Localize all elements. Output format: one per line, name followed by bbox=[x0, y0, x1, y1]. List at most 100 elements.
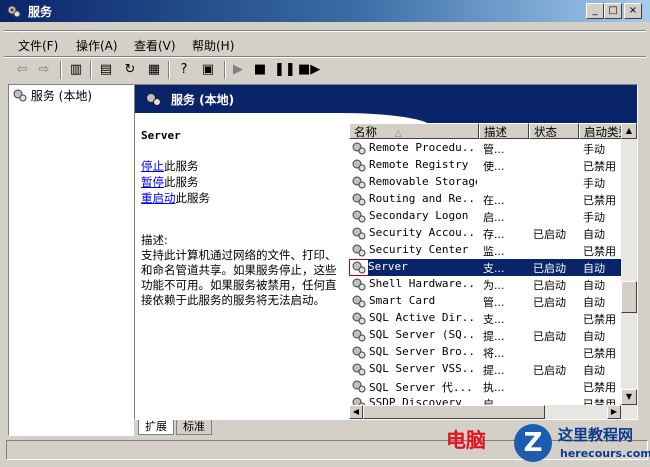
scroll-up-button[interactable]: ▲ bbox=[621, 123, 637, 139]
service-name: SQL Server 代... bbox=[369, 381, 473, 394]
tree-node-label: 服务 (本地) bbox=[30, 89, 93, 103]
service-row[interactable]: Removable Storage 手动 bbox=[349, 174, 621, 191]
site-name: 这里教程网 bbox=[558, 426, 634, 444]
show-hide-tree-icon[interactable]: ▥ bbox=[66, 60, 86, 80]
service-gear-icon bbox=[352, 261, 366, 274]
scroll-thumb[interactable] bbox=[621, 281, 637, 313]
tree-node-services-local[interactable]: 服务 (本地) bbox=[13, 87, 92, 104]
service-name: Smart Card bbox=[369, 294, 436, 307]
scroll-right-button[interactable]: ▶ bbox=[607, 405, 621, 419]
tab-standard[interactable]: 标准 bbox=[176, 420, 212, 435]
menu-file[interactable]: 文件(F) bbox=[18, 37, 58, 54]
column-header-description[interactable]: 描述 bbox=[479, 123, 529, 139]
stop-link[interactable]: 停止 bbox=[141, 159, 164, 173]
service-status: 已启动 bbox=[533, 364, 566, 377]
service-gear-icon bbox=[352, 142, 366, 155]
service-description: 管... bbox=[483, 296, 505, 309]
service-startup-type: 已禁用 bbox=[583, 381, 616, 394]
service-row[interactable]: SQL Server (SQ... 提... 已启动 自动 bbox=[349, 327, 621, 344]
site-logo-mark: Z bbox=[514, 424, 552, 462]
service-row[interactable]: Secondary Logon 启... 手动 bbox=[349, 208, 621, 225]
column-header-name[interactable]: 名称 △ bbox=[349, 123, 479, 139]
service-gear-icon bbox=[352, 397, 366, 405]
service-row[interactable]: SQL Active Dir... 支... 已禁用 bbox=[349, 310, 621, 327]
restart-service-icon[interactable]: ■▶ bbox=[298, 60, 320, 80]
service-startup-type: 已禁用 bbox=[583, 313, 616, 326]
service-row[interactable]: Smart Card 管... 已启动 自动 bbox=[349, 293, 621, 310]
menu-action[interactable]: 操作(A) bbox=[76, 37, 118, 54]
column-header-startup-type[interactable]: 启动类型 bbox=[579, 123, 621, 139]
service-name-heading: Server bbox=[141, 129, 181, 142]
pause-service-icon[interactable]: ❚❚ bbox=[274, 60, 296, 80]
tab-extended[interactable]: 扩展 bbox=[138, 420, 174, 435]
scroll-left-button[interactable]: ◀ bbox=[349, 405, 363, 419]
action-stop: 停止此服务 bbox=[141, 158, 341, 174]
service-name: Security Accou... bbox=[369, 226, 477, 239]
service-row[interactable]: Security Accou... 存... 已启动 自动 bbox=[349, 225, 621, 242]
service-status: 已启动 bbox=[533, 228, 566, 241]
service-gear-icon bbox=[352, 278, 366, 291]
close-button[interactable]: × bbox=[624, 3, 642, 19]
service-description: 提... bbox=[483, 364, 505, 377]
horizontal-scrollbar[interactable]: ◀ ▶ bbox=[349, 405, 637, 419]
service-row[interactable]: Server 支... 已启动 自动 bbox=[349, 259, 621, 276]
column-header-status[interactable]: 状态 bbox=[529, 123, 579, 139]
service-gear-icon bbox=[352, 210, 366, 223]
menu-view[interactable]: 查看(V) bbox=[134, 37, 176, 54]
service-name: SQL Server (SQ... bbox=[369, 328, 477, 341]
service-gear-icon bbox=[352, 244, 366, 257]
restart-link[interactable]: 重启动 bbox=[141, 191, 176, 205]
maximize-button[interactable]: □ bbox=[604, 3, 622, 19]
service-startup-type: 自动 bbox=[583, 296, 605, 309]
service-startup-type: 自动 bbox=[583, 364, 605, 377]
service-description: 启... bbox=[483, 398, 505, 405]
sort-ascending-icon: △ bbox=[394, 129, 402, 139]
banner-title: 服务 (本地) bbox=[171, 93, 235, 107]
service-row[interactable]: Shell Hardware... 为... 已启动 自动 bbox=[349, 276, 621, 293]
vertical-scrollbar[interactable]: ▲ ▼ bbox=[621, 123, 637, 405]
service-startup-type: 已禁用 bbox=[583, 160, 616, 173]
service-name: Secondary Logon bbox=[369, 209, 469, 222]
console-icon[interactable]: ▣ bbox=[198, 60, 218, 80]
service-name: Remote Registry bbox=[369, 158, 469, 171]
service-list[interactable]: 名称 △ 描述 状态 启动类型 Remote Procedu...管...手动R… bbox=[349, 123, 621, 405]
stop-service-icon[interactable]: ■ bbox=[250, 60, 270, 80]
service-row[interactable]: SQL Server VSS... 提... 已启动 自动 bbox=[349, 361, 621, 378]
properties-icon[interactable]: ▤ bbox=[96, 60, 116, 80]
details-pane: 服务 (本地) Server 停止此服务 暂停此服务 重启动此服务 描述: 支持… bbox=[134, 84, 638, 420]
service-row[interactable]: Routing and Re... 在... 已禁用 bbox=[349, 191, 621, 208]
service-row[interactable]: Security Center 监... 已禁用 bbox=[349, 242, 621, 259]
refresh-icon[interactable]: ↻ bbox=[120, 60, 140, 80]
service-row[interactable]: Remote Registry 使... 已禁用 bbox=[349, 157, 621, 174]
menu-help[interactable]: 帮助(H) bbox=[192, 37, 234, 54]
export-list-icon[interactable]: ▦ bbox=[144, 60, 164, 80]
service-row[interactable]: Remote Procedu... 管... 手动 bbox=[349, 140, 621, 157]
stop-link-suffix: 此服务 bbox=[164, 159, 199, 173]
service-description-panel: Server 停止此服务 暂停此服务 重启动此服务 描述: 支持此计算机通过网络… bbox=[141, 129, 341, 308]
start-service-icon[interactable]: ▶ bbox=[228, 60, 248, 80]
scroll-down-button[interactable]: ▼ bbox=[621, 389, 637, 405]
service-row[interactable]: SQL Server Bro... 将... 已禁用 bbox=[349, 344, 621, 361]
service-startup-type: 自动 bbox=[583, 330, 605, 343]
services-gear-icon bbox=[146, 93, 161, 106]
title-bar[interactable]: 服务 _ □ × bbox=[0, 0, 650, 22]
service-startup-type: 自动 bbox=[583, 260, 621, 276]
site-logo: Z 这里教程网 herecours.com bbox=[514, 422, 650, 466]
hscroll-thumb[interactable] bbox=[363, 405, 545, 419]
forward-icon[interactable]: ⇨ bbox=[34, 60, 54, 80]
minimize-button[interactable]: _ bbox=[586, 3, 604, 19]
service-name: SQL Active Dir... bbox=[369, 311, 477, 324]
service-gear-icon bbox=[352, 380, 366, 393]
service-name: Removable Storage bbox=[369, 175, 477, 188]
service-name: SQL Server VSS... bbox=[369, 362, 477, 375]
service-row[interactable]: SQL Server 代... 执... 已禁用 bbox=[349, 378, 621, 395]
help-icon[interactable]: ? bbox=[174, 60, 194, 80]
services-banner: 服务 (本地) bbox=[135, 85, 637, 113]
watermark-text: 电脑 bbox=[446, 428, 486, 452]
console-tree[interactable]: 服务 (本地) bbox=[8, 84, 134, 436]
restart-link-suffix: 此服务 bbox=[175, 191, 211, 205]
service-row[interactable]: SSDP Discovery 启... 已禁用 bbox=[349, 395, 621, 405]
service-startup-type: 已禁用 bbox=[583, 398, 616, 405]
back-icon[interactable]: ⇦ bbox=[12, 60, 32, 80]
pause-link[interactable]: 暂停 bbox=[141, 175, 164, 189]
